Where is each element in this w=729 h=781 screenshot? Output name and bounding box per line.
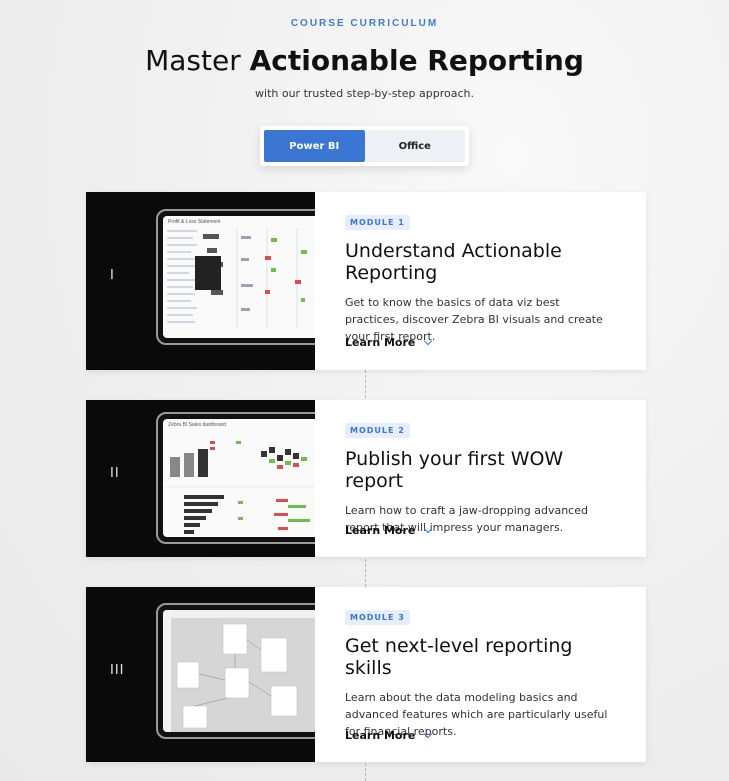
title-light: Master: [145, 44, 250, 77]
module-numeral: II: [110, 466, 120, 481]
module-image-1: I Profit & Loss Statement: [86, 192, 315, 370]
module-badge: MODULE 3: [345, 610, 410, 625]
eyebrow: COURSE CURRICULUM: [290, 18, 439, 29]
module-content-2: MODULE 2 Publish your first WOW report L…: [315, 400, 646, 557]
tablet-image: Zebra BI Sales dashboard: [156, 412, 315, 544]
module-title: Get next-level reporting skills: [345, 635, 573, 679]
module-numeral: III: [110, 663, 125, 678]
learn-more-label: Learn More: [345, 524, 416, 537]
page-title: Master Actionable Reporting: [0, 44, 729, 77]
learn-more-label: Learn More: [345, 729, 416, 742]
report-graphic: [167, 228, 307, 328]
learn-more-link-1[interactable]: Learn More: [345, 336, 433, 349]
module-title: Understand Actionable Reporting: [345, 240, 562, 284]
data-model-graphic: [163, 610, 315, 732]
data-model-screenshot: [163, 610, 315, 732]
learn-more-label: Learn More: [345, 336, 416, 349]
module-card-1: I Profit & Loss Statement MODULE 1 Under…: [86, 192, 646, 370]
screen-title: Profit & Loss Statement: [168, 219, 221, 225]
module-image-2: II Zebra BI Sales dashboard: [86, 400, 315, 557]
chevron-down-icon: [424, 336, 433, 345]
title-bold: Actionable Reporting: [249, 44, 584, 77]
platform-toggle: Power BI Office: [260, 126, 469, 166]
dashboard-screenshot: Zebra BI Sales dashboard: [163, 419, 315, 537]
tablet-image: Profit & Loss Statement: [156, 209, 315, 345]
module-badge: MODULE 2: [345, 423, 410, 438]
module-content-3: MODULE 3 Get next-level reporting skills…: [315, 587, 646, 762]
tablet-image: [156, 603, 315, 739]
toggle-power-bi[interactable]: Power BI: [264, 130, 365, 162]
learn-more-link-2[interactable]: Learn More: [345, 524, 433, 537]
module-card-2: II Zebra BI Sales dashboard MODULE 2 Pub…: [86, 400, 646, 557]
toggle-office[interactable]: Office: [364, 130, 465, 162]
screen-title: Zebra BI Sales dashboard: [168, 422, 227, 428]
chevron-down-icon: [424, 524, 433, 533]
dashboard-graphic: [166, 441, 315, 534]
subtitle: with our trusted step-by-step approach.: [255, 87, 474, 100]
learn-more-link-3[interactable]: Learn More: [345, 729, 433, 742]
module-content-1: MODULE 1 Understand Actionable Reporting…: [315, 192, 646, 370]
module-title: Publish your first WOW report: [345, 448, 564, 492]
module-badge: MODULE 1: [345, 215, 410, 230]
module-numeral: I: [110, 268, 115, 283]
module-image-3: III: [86, 587, 315, 762]
chevron-down-icon: [424, 729, 433, 738]
module-card-3: III MODULE 3 Get next-level reporting sk…: [86, 587, 646, 762]
report-screenshot: Profit & Loss Statement: [163, 216, 315, 338]
